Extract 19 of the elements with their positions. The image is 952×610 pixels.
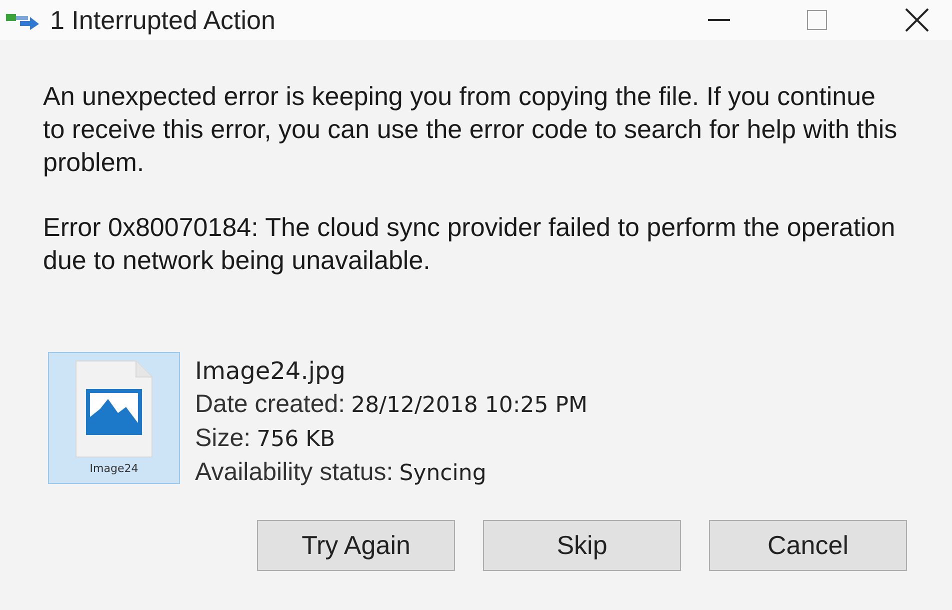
detail-label: Availability status:	[195, 457, 394, 488]
detail-value: 756 KB	[256, 426, 336, 454]
file-thumbnail[interactable]: Image24	[48, 352, 180, 484]
maximize-icon	[807, 10, 827, 30]
minimize-icon	[708, 19, 730, 21]
detail-label: Date created:	[195, 389, 346, 420]
detail-label: Size:	[195, 423, 251, 454]
window-title: 1 Interrupted Action	[50, 4, 276, 36]
close-icon	[905, 8, 929, 32]
detail-value: 28/12/2018 10:25 PM	[351, 392, 588, 420]
dialog-button[interactable]: Try Again	[257, 520, 455, 571]
dialog-button[interactable]: Skip	[483, 520, 681, 571]
error-message: An unexpected error is keeping you from copying the file. If you continue to receive this error, you can use the error code to search for help with this problem.	[43, 80, 898, 179]
dialog-button[interactable]: Cancel	[709, 520, 907, 571]
thumbnail-caption: Image24	[90, 461, 138, 477]
image-file-icon	[74, 359, 154, 459]
error-code-description: Error 0x80070184: The cloud sync provider failed to perform the operation due to network being unavailable.	[43, 211, 896, 277]
file-name: Image24.jpg	[195, 356, 346, 387]
detail-value: Syncing	[399, 460, 486, 488]
